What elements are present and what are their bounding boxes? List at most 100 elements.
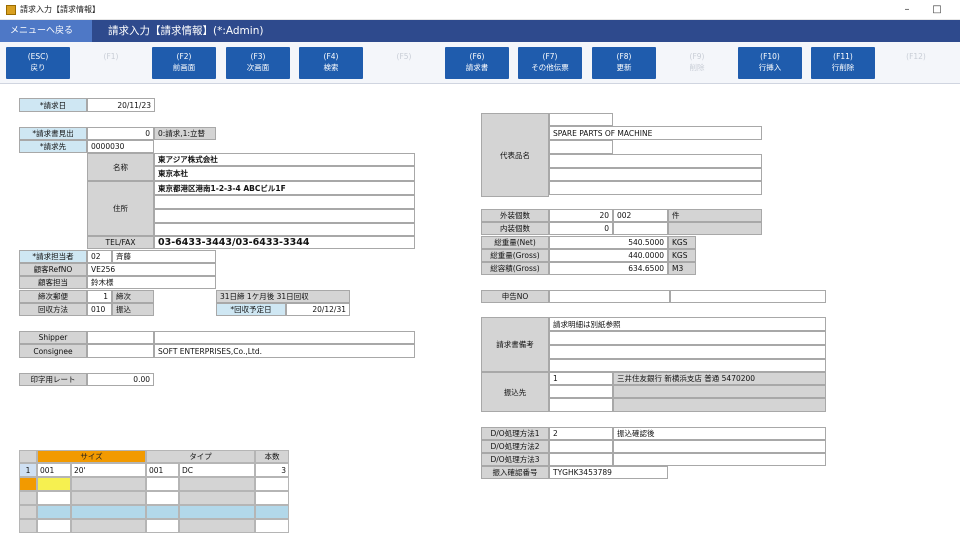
grid-cell[interactable] bbox=[179, 519, 255, 533]
grid-cell[interactable] bbox=[146, 477, 179, 491]
closing-field[interactable]: 1 bbox=[87, 290, 112, 303]
grid-cell[interactable] bbox=[37, 505, 71, 519]
consignee-code-field[interactable] bbox=[87, 344, 154, 358]
fkey-code: (F5) bbox=[396, 52, 412, 61]
product-line3-field[interactable] bbox=[549, 168, 762, 181]
inner-count-field[interactable]: 0 bbox=[549, 222, 613, 235]
fkey-f8-button[interactable]: (F8) 更新 bbox=[592, 47, 656, 79]
remarks-line3-field[interactable] bbox=[549, 345, 826, 359]
grid-cell[interactable] bbox=[71, 491, 146, 505]
deposit-confirm-field[interactable]: TYGHK3453789 bbox=[549, 466, 668, 479]
grid-cell[interactable] bbox=[255, 505, 289, 519]
invoice-heading-field[interactable]: 0 bbox=[87, 127, 154, 140]
address-line1-field[interactable]: 東京都港区港南1-2-3-4 ABCビル1F bbox=[154, 181, 415, 195]
person-code-field[interactable]: 02 bbox=[87, 250, 112, 263]
declaration-no-field[interactable] bbox=[549, 290, 670, 303]
grid-type-name-cell[interactable]: DC bbox=[179, 463, 255, 477]
fkey-code: (F12) bbox=[906, 52, 926, 61]
grid-cell[interactable] bbox=[37, 491, 71, 505]
shipper-code-field[interactable] bbox=[87, 331, 154, 344]
fkey-f11-button[interactable]: (F11) 行削除 bbox=[811, 47, 875, 79]
name-line1-field[interactable]: 東アジア株式会社 bbox=[154, 153, 415, 166]
bill-to-code-field[interactable]: 0000030 bbox=[87, 140, 154, 153]
fkey-f2-button[interactable]: (F2) 前画面 bbox=[152, 47, 216, 79]
product-line2-code[interactable] bbox=[549, 140, 613, 154]
grid-cell[interactable] bbox=[37, 519, 71, 533]
payee-code-field-2[interactable] bbox=[549, 385, 613, 398]
fkey-f7-button[interactable]: (F7) その他伝票 bbox=[518, 47, 582, 79]
product-code-field[interactable] bbox=[549, 113, 613, 126]
remarks-line1-field[interactable]: 請求明細は別紙参照 bbox=[549, 317, 826, 331]
consignee-name-field[interactable]: SOFT ENTERPRISES,Co.,Ltd. bbox=[154, 344, 415, 358]
declaration-no-field-2[interactable] bbox=[670, 290, 826, 303]
inner-count-code-field[interactable] bbox=[613, 222, 668, 235]
grid-cell[interactable] bbox=[146, 505, 179, 519]
do-method2-text-field[interactable] bbox=[613, 440, 826, 453]
fkey-label: 戻り bbox=[30, 63, 46, 72]
invoice-heading-label: *請求書見出 bbox=[19, 127, 87, 140]
invoice-date-field[interactable]: 20/11/23 bbox=[87, 98, 155, 112]
grid-size-name-cell[interactable]: 20' bbox=[71, 463, 146, 477]
grid-cell[interactable] bbox=[179, 505, 255, 519]
fkey-label: 行削除 bbox=[831, 63, 855, 72]
minimize-button[interactable]: – bbox=[896, 2, 918, 17]
collection-code-field[interactable]: 010 bbox=[87, 303, 112, 316]
fkey-label: 更新 bbox=[616, 63, 632, 72]
fkey-f10-button[interactable]: (F10) 行挿入 bbox=[738, 47, 802, 79]
fkey-esc-button[interactable]: (ESC) 戻り bbox=[6, 47, 70, 79]
customer-ref-field[interactable]: VE256 bbox=[87, 263, 216, 276]
collection-due-field[interactable]: 20/12/31 bbox=[286, 303, 350, 316]
payee-label: 振込先 bbox=[481, 372, 549, 412]
print-rate-field[interactable]: 0.00 bbox=[87, 373, 154, 386]
grid-size-code-cell[interactable]: 001 bbox=[37, 463, 71, 477]
do-method3-text-field[interactable] bbox=[613, 453, 826, 466]
grid-type-code-cell[interactable]: 001 bbox=[146, 463, 179, 477]
grid-cell[interactable] bbox=[146, 491, 179, 505]
outer-count-field[interactable]: 20 bbox=[549, 209, 613, 222]
address-line2-field[interactable] bbox=[154, 195, 415, 209]
do-method1-code-field[interactable]: 2 bbox=[549, 427, 613, 440]
grid-cell[interactable] bbox=[146, 519, 179, 533]
grid-cell[interactable] bbox=[71, 477, 146, 491]
grid-cell[interactable] bbox=[179, 477, 255, 491]
address-line4-field[interactable] bbox=[154, 223, 415, 236]
maximize-button[interactable]: □ bbox=[926, 2, 948, 17]
grid-cell[interactable] bbox=[255, 491, 289, 505]
person-name-field[interactable]: 斉藤 bbox=[112, 250, 216, 263]
payee-code-field-3[interactable] bbox=[549, 398, 613, 412]
fkey-f12-button: (F12) bbox=[884, 47, 948, 79]
product-line4-field[interactable] bbox=[549, 181, 762, 195]
shipper-name-field[interactable] bbox=[154, 331, 415, 344]
address-line3-field[interactable] bbox=[154, 209, 415, 223]
do-method3-code-field[interactable] bbox=[549, 453, 613, 466]
grid-cell[interactable] bbox=[37, 477, 71, 491]
grid-cell[interactable] bbox=[71, 505, 146, 519]
outer-count-code-field[interactable]: 002 bbox=[613, 209, 668, 222]
product-line1-field[interactable]: SPARE PARTS OF MACHINE bbox=[549, 126, 762, 140]
do-method2-code-field[interactable] bbox=[549, 440, 613, 453]
fkey-f6-button[interactable]: (F6) 請求書 bbox=[445, 47, 509, 79]
do-method1-text-field[interactable]: 振込確認後 bbox=[613, 427, 826, 440]
grid-cell[interactable] bbox=[255, 477, 289, 491]
menu-back-button[interactable]: メニューへ戻る bbox=[0, 20, 92, 42]
fkey-code: (F11) bbox=[833, 52, 853, 61]
gross-weight-field[interactable]: 440.0000 bbox=[549, 249, 668, 262]
name-line2-field[interactable]: 東京本社 bbox=[154, 166, 415, 181]
fkey-label: 削除 bbox=[689, 63, 705, 72]
telfax-field[interactable]: 03-6433-3443/03-6433-3344 bbox=[154, 236, 415, 249]
fkey-f4-button[interactable]: (F4) 検索 bbox=[299, 47, 363, 79]
collection-name: 振込 bbox=[112, 303, 154, 316]
payee-code-field[interactable]: 1 bbox=[549, 372, 613, 385]
grid-qty-cell[interactable]: 3 bbox=[255, 463, 289, 477]
product-line2-field[interactable] bbox=[549, 154, 762, 168]
grid-cell[interactable] bbox=[179, 491, 255, 505]
grid-cell[interactable] bbox=[71, 519, 146, 533]
fkey-f3-button[interactable]: (F3) 次画面 bbox=[226, 47, 290, 79]
remarks-line2-field[interactable] bbox=[549, 331, 826, 345]
remarks-line4-field[interactable] bbox=[549, 359, 826, 372]
customer-contact-field[interactable]: 鈴木様 bbox=[87, 276, 216, 289]
net-weight-field[interactable]: 540.5000 bbox=[549, 236, 668, 249]
grid-cell[interactable] bbox=[255, 519, 289, 533]
fkey-label: 行挿入 bbox=[758, 63, 782, 72]
gross-volume-field[interactable]: 634.6500 bbox=[549, 262, 668, 275]
